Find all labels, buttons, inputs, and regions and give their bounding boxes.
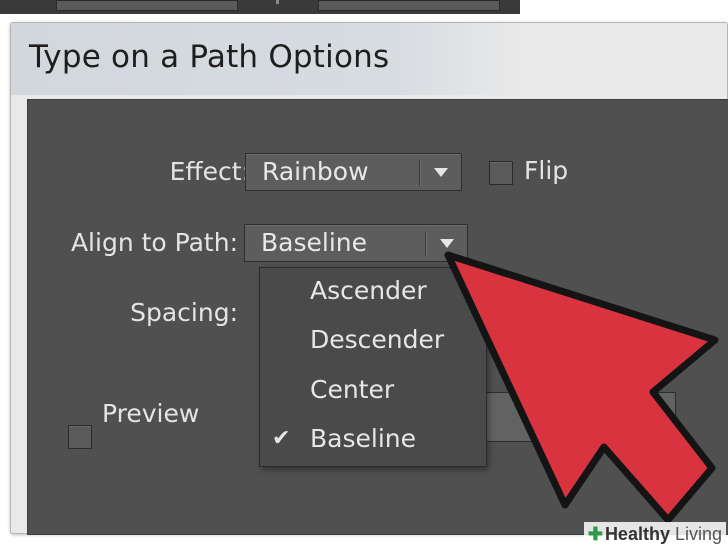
arrow-pointer-icon xyxy=(444,251,719,524)
brand-suffix: Living xyxy=(669,524,722,544)
brand-name: Healthy xyxy=(604,524,670,544)
watermark-logo: ✚ Healthy Living xyxy=(583,522,726,546)
plus-icon: ✚ xyxy=(587,524,603,544)
